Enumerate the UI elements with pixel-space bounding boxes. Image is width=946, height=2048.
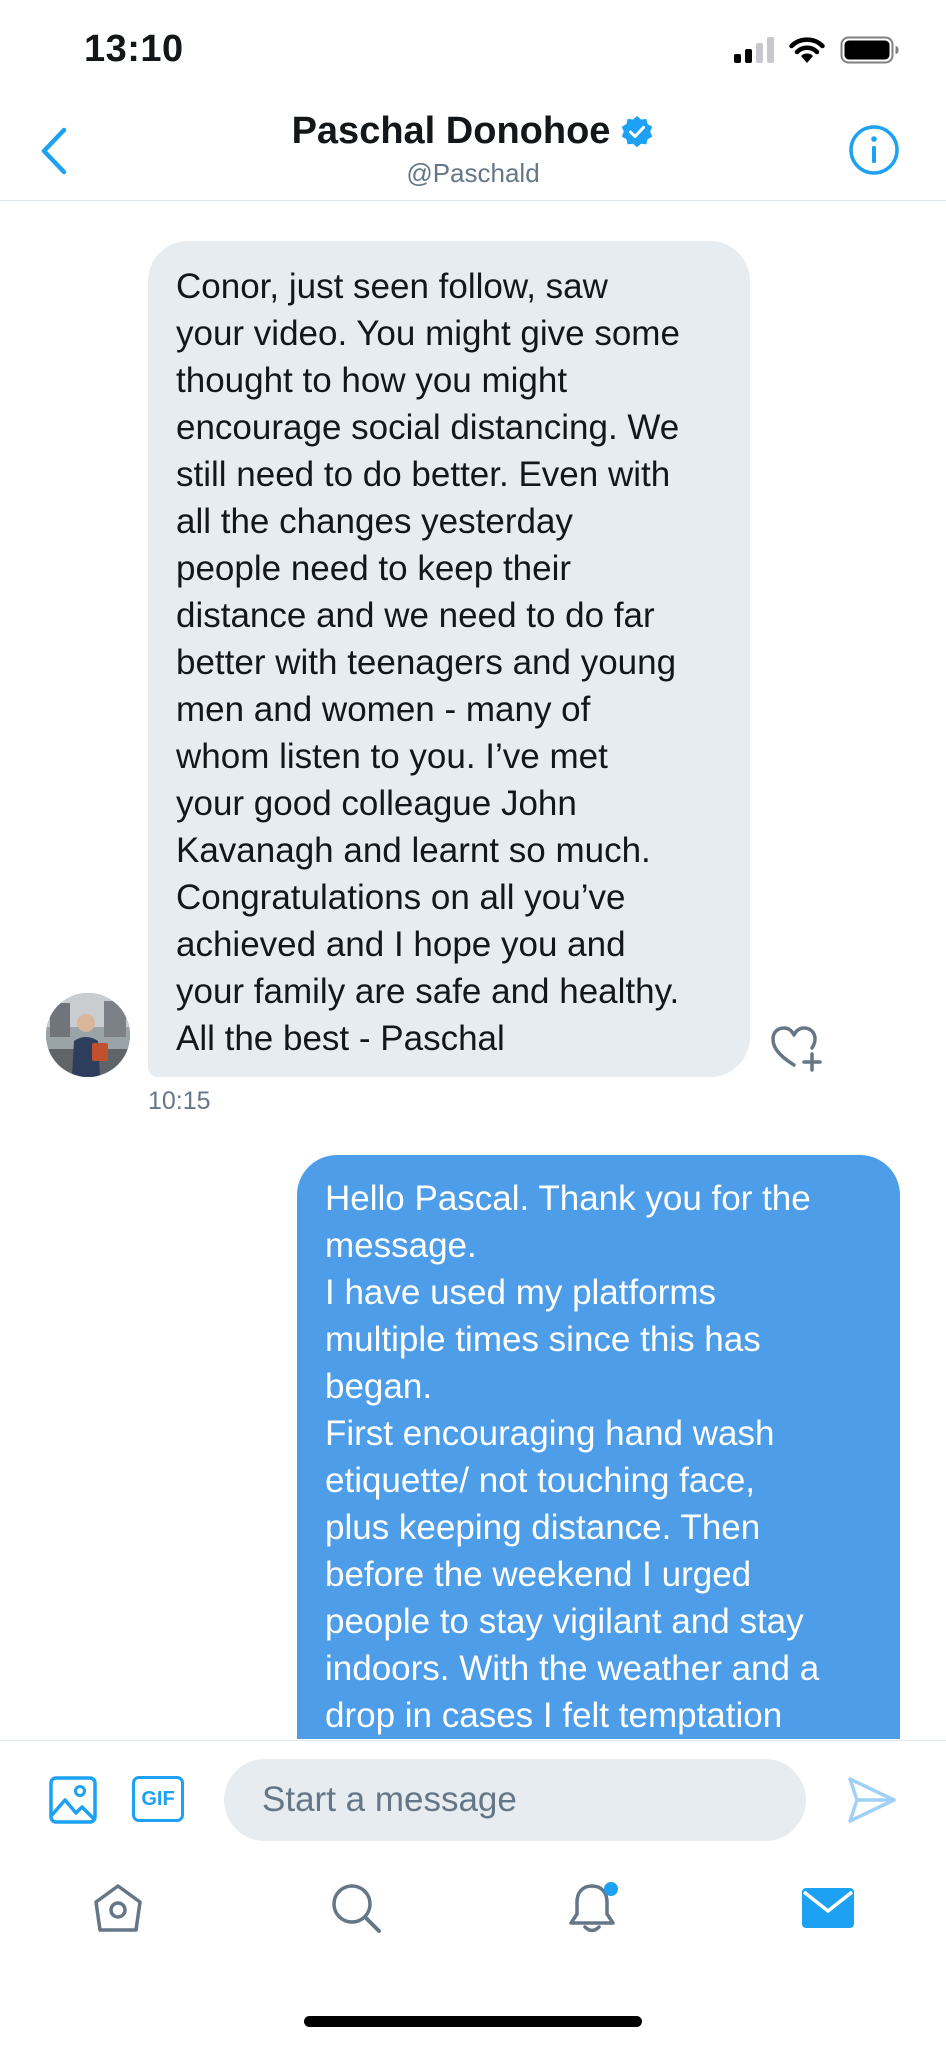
message-thread[interactable]: Conor, just seen follow, saw your video.… <box>0 201 946 1739</box>
gif-button[interactable]: GIF <box>132 1776 184 1822</box>
image-icon[interactable] <box>48 1775 98 1825</box>
search-icon[interactable] <box>328 1880 384 1936</box>
home-indicator[interactable] <box>304 2016 642 2027</box>
verified-badge-icon <box>622 115 653 147</box>
status-time: 13:10 <box>84 28 184 70</box>
cellular-signal-icon <box>734 37 774 63</box>
avatar-image <box>46 993 130 1077</box>
message-timestamp: 10:15 <box>148 1087 211 1115</box>
status-bar: 13:10 <box>0 0 946 100</box>
conversation-header: Paschal Donohoe @Paschald <box>0 100 946 201</box>
heart-plus-icon[interactable] <box>768 1023 824 1075</box>
contact-name: Paschal Donohoe <box>291 110 611 152</box>
avatar[interactable] <box>46 993 130 1077</box>
wifi-icon <box>789 37 825 63</box>
home-icon[interactable] <box>90 1880 146 1936</box>
sent-message-bubble[interactable]: Hello Pascal. Thank you for the message.… <box>297 1155 900 1739</box>
message-composer: GIF <box>0 1740 946 1859</box>
info-icon[interactable] <box>848 124 900 176</box>
send-icon[interactable] <box>846 1775 898 1825</box>
message-input[interactable] <box>224 1759 806 1841</box>
battery-icon <box>840 36 899 64</box>
contact-handle: @Paschald <box>406 158 540 188</box>
tab-bar <box>0 1858 946 1968</box>
mail-icon[interactable] <box>800 1880 856 1936</box>
notification-unread-dot <box>604 1882 618 1896</box>
status-icons <box>734 36 900 64</box>
header-title-row[interactable]: Paschal Donohoe <box>0 110 946 153</box>
received-message-bubble[interactable]: Conor, just seen follow, saw your video.… <box>148 241 750 1077</box>
